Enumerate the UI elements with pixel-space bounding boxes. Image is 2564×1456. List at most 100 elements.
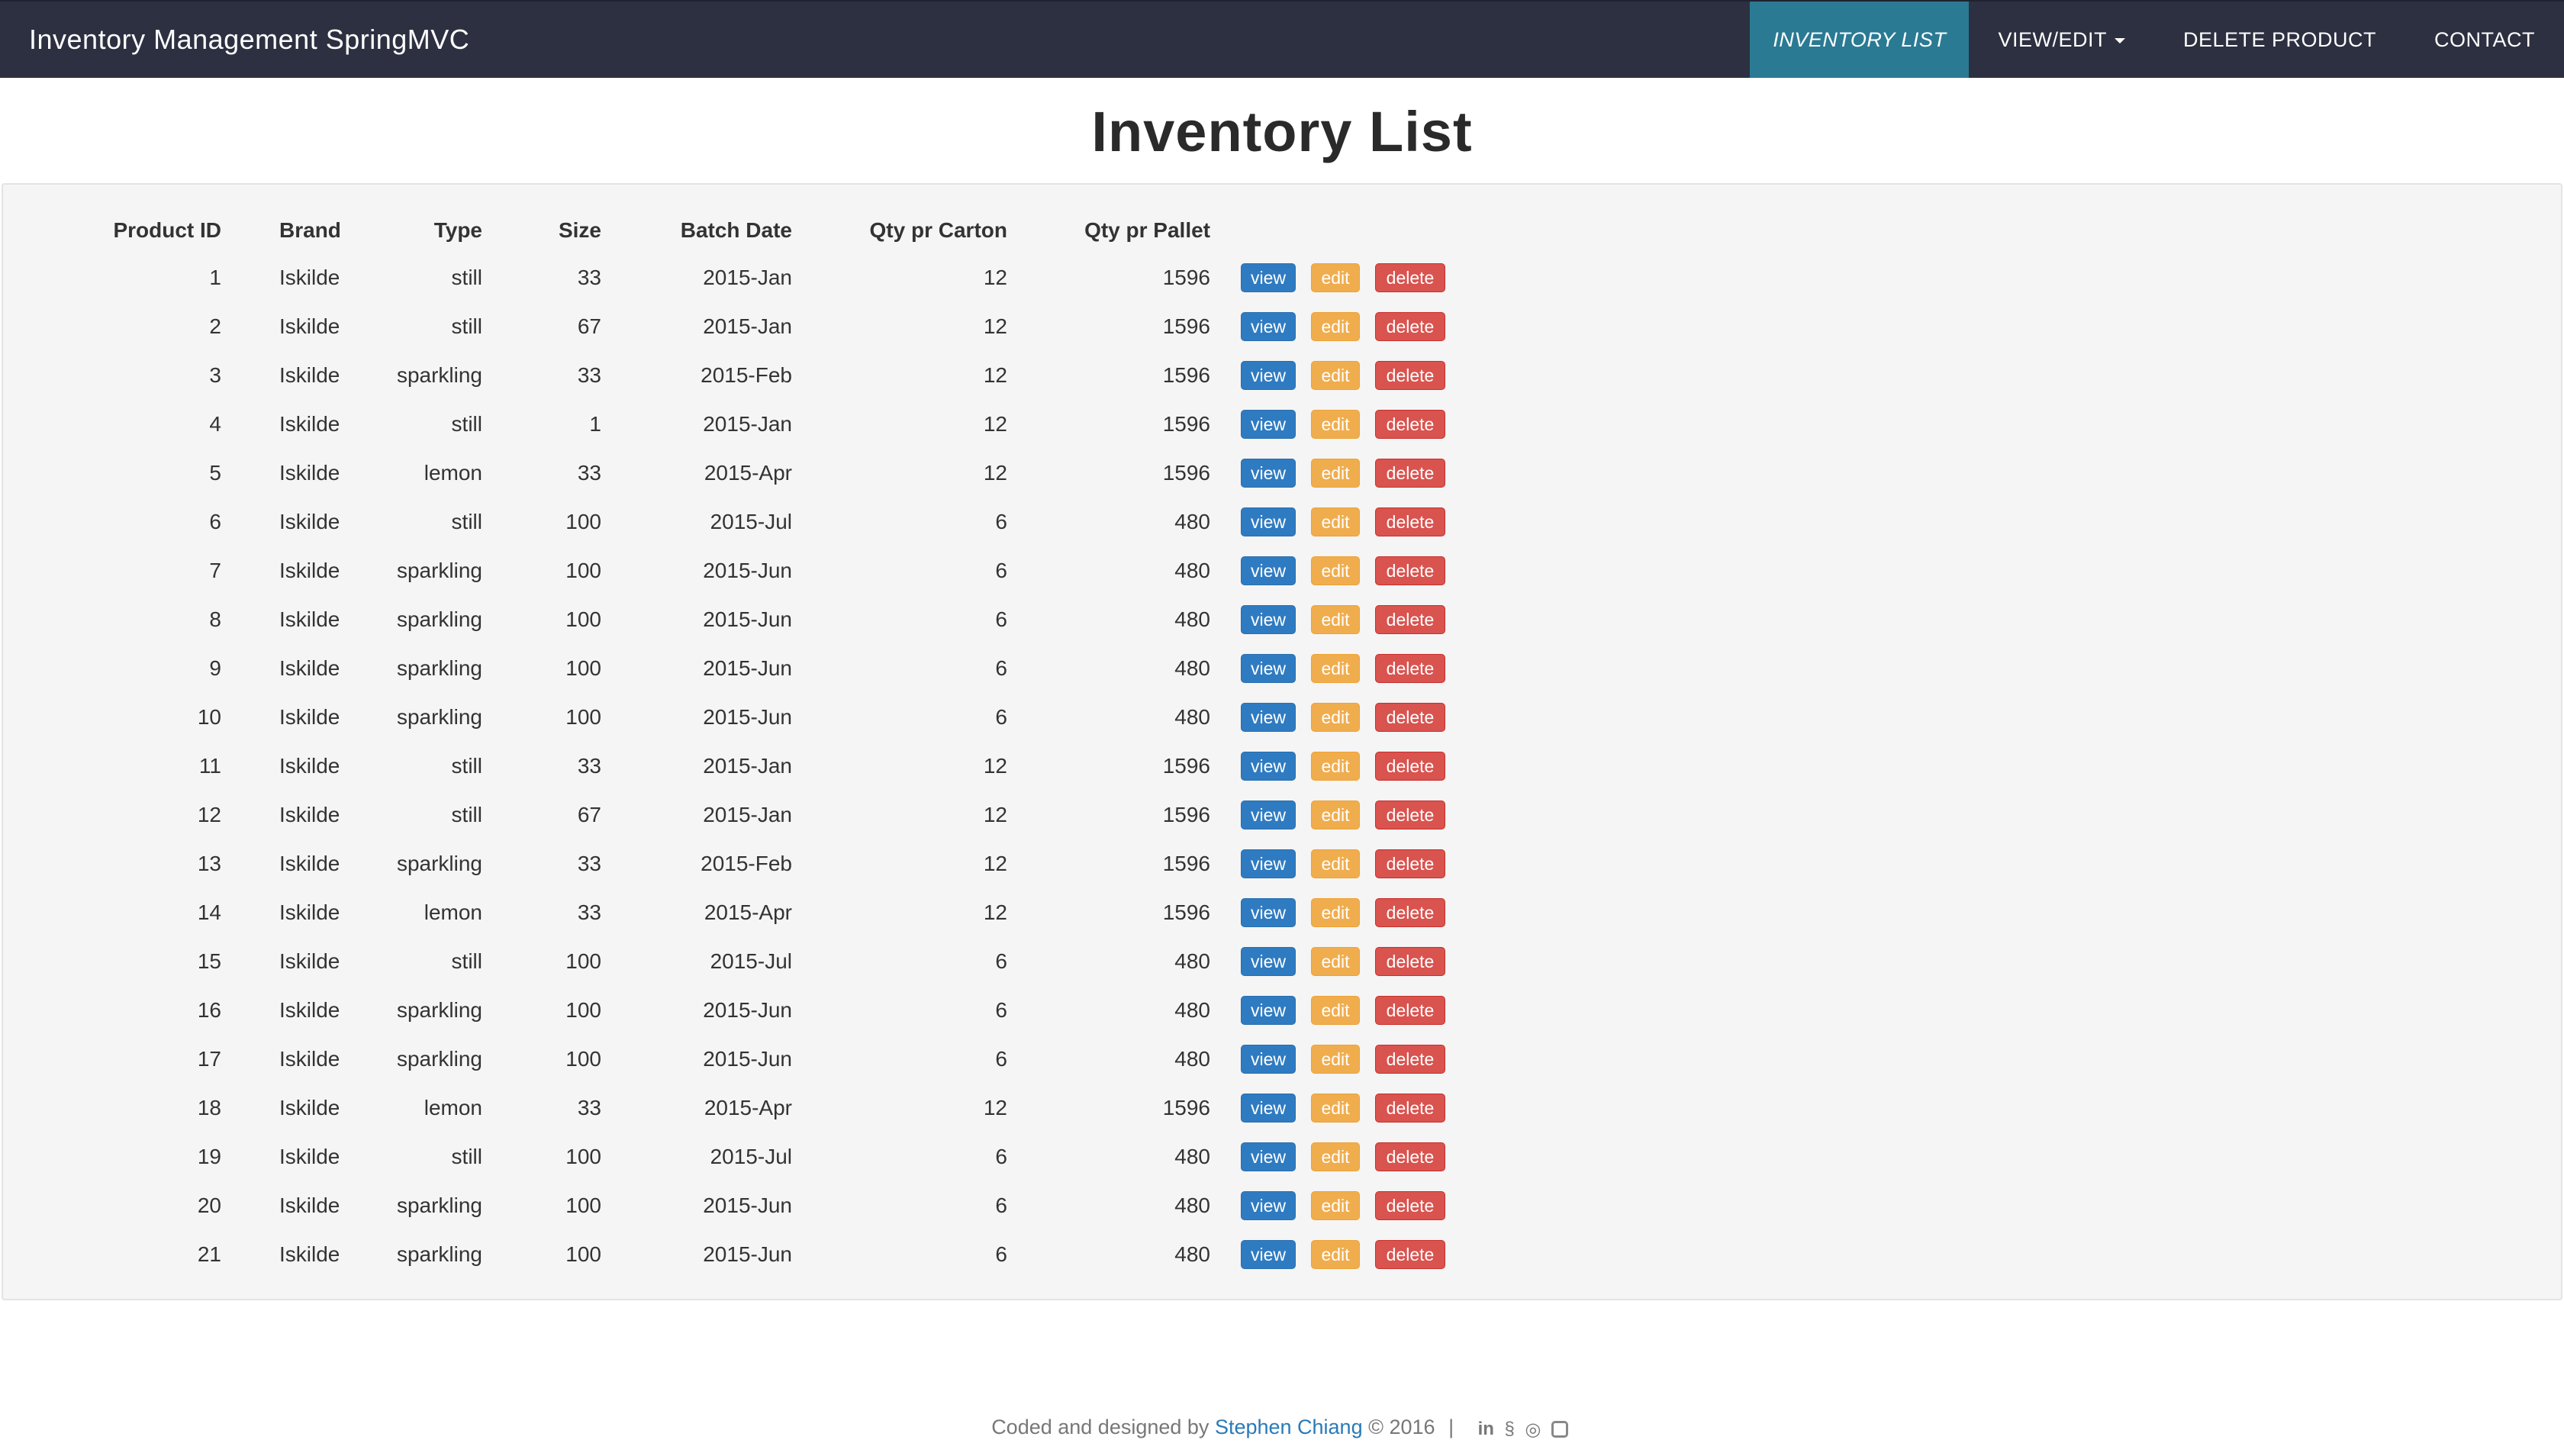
edit-button[interactable]: edit <box>1311 556 1360 585</box>
view-button[interactable]: view <box>1241 1142 1296 1171</box>
delete-button[interactable]: delete <box>1375 654 1445 683</box>
nav-item-delete-product[interactable]: DELETE PRODUCT <box>2154 2 2405 78</box>
view-button[interactable]: view <box>1241 605 1296 634</box>
edit-button[interactable]: edit <box>1311 996 1360 1025</box>
edit-button[interactable]: edit <box>1311 263 1360 292</box>
delete-button[interactable]: delete <box>1375 800 1445 829</box>
nav-item-contact[interactable]: CONTACT <box>2405 2 2564 78</box>
edit-button[interactable]: edit <box>1311 312 1360 341</box>
delete-button[interactable]: delete <box>1375 312 1445 341</box>
edit-button[interactable]: edit <box>1311 1094 1360 1123</box>
table-body: 1 Iskilde still 33 2015-Jan 12 1596 view edit del… <box>72 253 1454 1279</box>
view-button[interactable]: view <box>1241 849 1296 878</box>
view-button[interactable]: view <box>1241 703 1296 732</box>
edit-button[interactable]: edit <box>1311 703 1360 732</box>
delete-button[interactable]: delete <box>1375 459 1445 488</box>
edit-button[interactable]: edit <box>1311 1142 1360 1171</box>
view-button[interactable]: view <box>1241 1191 1296 1220</box>
table-row: 11 Iskilde still 33 2015-Jan 12 1596 view edit de… <box>72 742 1454 791</box>
edit-button[interactable]: edit <box>1311 1191 1360 1220</box>
delete-button[interactable]: delete <box>1375 898 1445 927</box>
cell-batch-date: 2015-Jan <box>703 266 792 289</box>
author-link[interactable]: Stephen Chiang <box>1215 1416 1363 1438</box>
edit-button[interactable]: edit <box>1311 605 1360 634</box>
table-row: 2 Iskilde still 67 2015-Jan 12 1596 view edit del… <box>72 302 1454 351</box>
edit-button[interactable]: edit <box>1311 410 1360 439</box>
nav-item-inventory-list[interactable]: INVENTORY LIST <box>1750 2 1970 78</box>
edit-button[interactable]: edit <box>1311 507 1360 536</box>
view-button[interactable]: view <box>1241 752 1296 781</box>
delete-button[interactable]: delete <box>1375 1045 1445 1074</box>
cell-qty-pallet: 1596 <box>1162 1096 1210 1119</box>
cell-batch-date: 2015-Apr <box>704 1096 792 1119</box>
edit-button[interactable]: edit <box>1311 1045 1360 1074</box>
table-row: 16 Iskilde sparkling 100 2015-Jun 6 480 view edi… <box>72 986 1454 1035</box>
view-button[interactable]: view <box>1241 507 1296 536</box>
delete-button[interactable]: delete <box>1375 410 1445 439</box>
view-button[interactable]: view <box>1241 1094 1296 1123</box>
nav-item-view-edit[interactable]: VIEW/EDIT <box>1969 2 2154 78</box>
github-icon[interactable]: ◎ <box>1525 1419 1541 1441</box>
view-button[interactable]: view <box>1241 898 1296 927</box>
view-button[interactable]: view <box>1241 800 1296 829</box>
cell-size: 33 <box>577 852 601 875</box>
edit-button[interactable]: edit <box>1311 898 1360 927</box>
stackoverflow-icon[interactable]: § <box>1504 1419 1514 1440</box>
table-row: 19 Iskilde still 100 2015-Jul 6 480 view edit del… <box>72 1132 1454 1181</box>
cell-batch-date: 2015-Jun <box>703 656 792 680</box>
delete-button[interactable]: delete <box>1375 1094 1445 1123</box>
cell-product-id: 14 <box>197 900 221 924</box>
view-button[interactable]: view <box>1241 654 1296 683</box>
navbar-brand[interactable]: Inventory Management SpringMVC <box>29 2 469 78</box>
edit-button[interactable]: edit <box>1311 800 1360 829</box>
cell-brand: Iskilde <box>279 852 340 875</box>
view-button[interactable]: view <box>1241 556 1296 585</box>
cell-type: sparkling <box>396 1193 482 1217</box>
delete-button[interactable]: delete <box>1375 361 1445 390</box>
view-button[interactable]: view <box>1241 1240 1296 1269</box>
cell-size: 100 <box>565 998 601 1022</box>
cell-batch-date: 2015-Jan <box>703 803 792 826</box>
cell-product-id: 15 <box>197 949 221 973</box>
view-button[interactable]: view <box>1241 996 1296 1025</box>
table-header-row: Product ID Brand Type Size Batch Date Qt… <box>72 208 1454 253</box>
cell-qty-pallet: 1596 <box>1162 314 1210 338</box>
delete-button[interactable]: delete <box>1375 1240 1445 1269</box>
instagram-icon[interactable] <box>1551 1421 1568 1438</box>
cell-batch-date: 2015-Jun <box>703 705 792 729</box>
view-button[interactable]: view <box>1241 263 1296 292</box>
view-button[interactable]: view <box>1241 1045 1296 1074</box>
cell-qty-carton: 12 <box>983 266 1007 289</box>
delete-button[interactable]: delete <box>1375 263 1445 292</box>
cell-type: lemon <box>424 1096 482 1119</box>
delete-button[interactable]: delete <box>1375 703 1445 732</box>
edit-button[interactable]: edit <box>1311 459 1360 488</box>
edit-button[interactable]: edit <box>1311 947 1360 976</box>
delete-button[interactable]: delete <box>1375 947 1445 976</box>
delete-button[interactable]: delete <box>1375 752 1445 781</box>
footer-copyright: © 2016 <box>1368 1416 1435 1438</box>
cell-size: 100 <box>565 607 601 631</box>
edit-button[interactable]: edit <box>1311 654 1360 683</box>
delete-button[interactable]: delete <box>1375 1191 1445 1220</box>
edit-button[interactable]: edit <box>1311 1240 1360 1269</box>
delete-button[interactable]: delete <box>1375 605 1445 634</box>
view-button[interactable]: view <box>1241 312 1296 341</box>
view-button[interactable]: view <box>1241 459 1296 488</box>
cell-brand: Iskilde <box>279 412 340 436</box>
edit-button[interactable]: edit <box>1311 849 1360 878</box>
cell-qty-carton: 12 <box>983 803 1007 826</box>
delete-button[interactable]: delete <box>1375 556 1445 585</box>
cell-size: 100 <box>565 510 601 533</box>
view-button[interactable]: view <box>1241 361 1296 390</box>
delete-button[interactable]: delete <box>1375 507 1445 536</box>
delete-button[interactable]: delete <box>1375 849 1445 878</box>
linkedin-icon[interactable]: in <box>1478 1419 1494 1440</box>
cell-batch-date: 2015-Jul <box>710 1145 792 1168</box>
view-button[interactable]: view <box>1241 947 1296 976</box>
edit-button[interactable]: edit <box>1311 361 1360 390</box>
delete-button[interactable]: delete <box>1375 1142 1445 1171</box>
view-button[interactable]: view <box>1241 410 1296 439</box>
edit-button[interactable]: edit <box>1311 752 1360 781</box>
delete-button[interactable]: delete <box>1375 996 1445 1025</box>
